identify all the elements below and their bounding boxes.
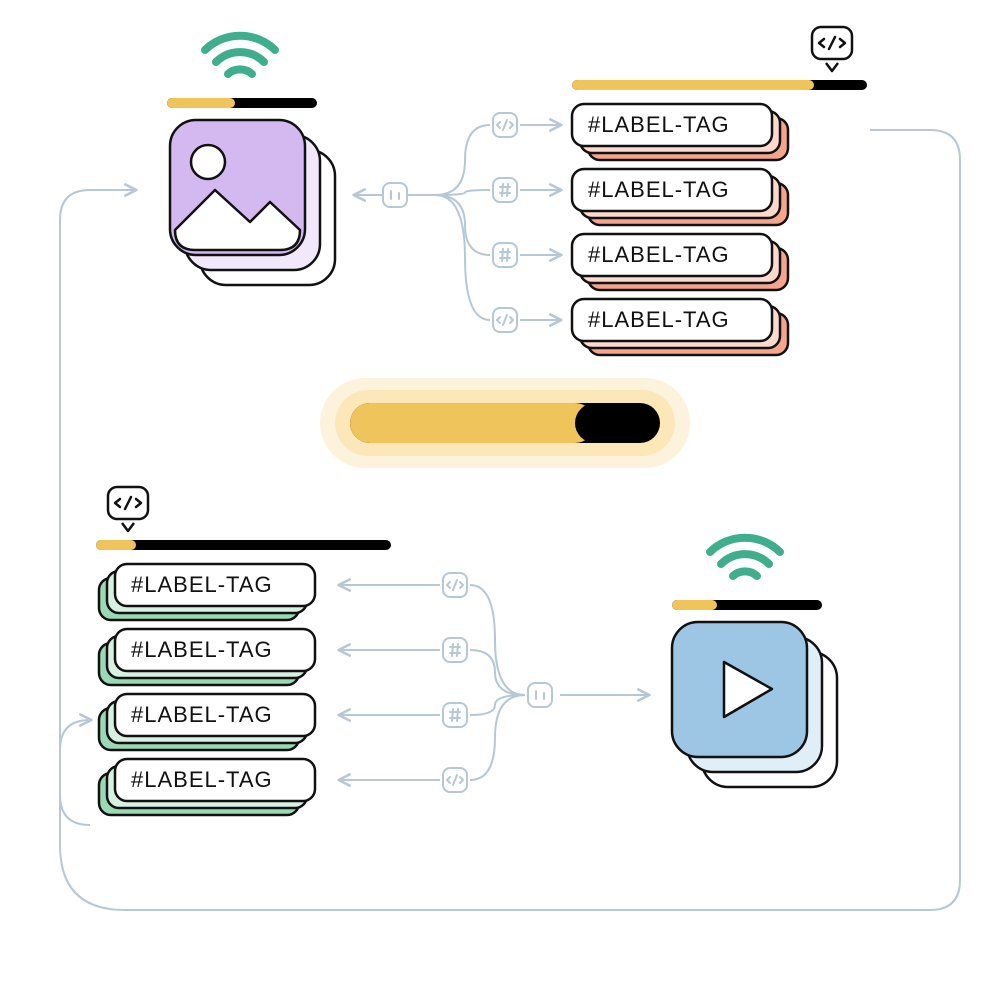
label-tag-text: #LABEL-TAG xyxy=(588,307,730,332)
progress-bar-bottom-labels xyxy=(96,540,391,550)
branch-node-icon xyxy=(443,638,467,662)
wifi-icon xyxy=(710,538,780,576)
branch-node-icon xyxy=(493,243,517,267)
progress-bar-video xyxy=(672,600,822,610)
label-stack-top: #LABEL-TAG #LABEL-TAG #LABEL-TAG #LABEL-TAG xyxy=(572,27,867,355)
label-tag-text: #LABEL-TAG xyxy=(588,112,730,137)
label-tag-text: #LABEL-TAG xyxy=(131,572,273,597)
code-bubble-icon xyxy=(812,27,852,71)
branches-bottom xyxy=(340,573,648,792)
image-node xyxy=(167,36,335,285)
progress-bar-image xyxy=(167,98,317,108)
label-tag-text: #LABEL-TAG xyxy=(131,637,273,662)
branches-top xyxy=(355,113,560,332)
wifi-icon xyxy=(205,36,275,74)
branch-node-icon xyxy=(443,703,467,727)
branch-node-icon xyxy=(443,573,467,597)
label-tag-text: #LABEL-TAG xyxy=(588,242,730,267)
label-tag-text: #LABEL-TAG xyxy=(131,702,273,727)
video-node xyxy=(672,538,837,787)
branch-node-icon xyxy=(493,308,517,332)
label-tag-text: #LABEL-TAG xyxy=(588,177,730,202)
code-bubble-icon xyxy=(108,487,148,531)
progress-bar-top-labels xyxy=(572,80,867,90)
center-progress xyxy=(320,378,690,468)
label-tag-text: #LABEL-TAG xyxy=(131,767,273,792)
branch-node-icon xyxy=(493,113,517,137)
branch-node-icon xyxy=(493,178,517,202)
branch-node-icon xyxy=(443,768,467,792)
